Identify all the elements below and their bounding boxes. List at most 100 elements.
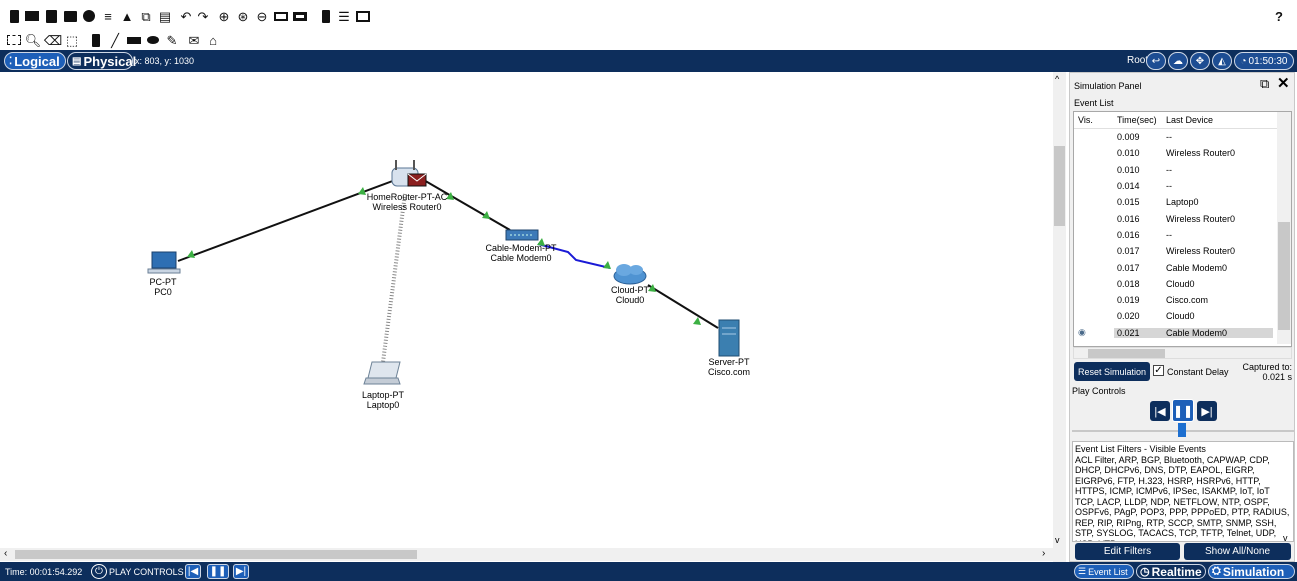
open-folder-icon[interactable] — [24, 8, 40, 24]
event-row[interactable]: 0.017 Wireless Router0 — [1074, 243, 1291, 259]
print-icon[interactable] — [62, 8, 78, 24]
event-row[interactable]: 0.017 Cable Modem0 — [1074, 259, 1291, 275]
status-forward-button[interactable]: ▶| — [233, 564, 249, 579]
event-row[interactable]: ◉ 0.021 Cable Modem0 — [1074, 325, 1291, 341]
freeform-icon[interactable]: ✎ — [164, 32, 180, 48]
logical-tab[interactable]: ⁚ Logical — [4, 52, 66, 70]
move-object-icon[interactable]: ✥ — [1190, 52, 1210, 70]
cable-modem-icon[interactable] — [505, 229, 539, 241]
event-device: Laptop0 — [1166, 197, 1199, 208]
link-pc-router[interactable] — [177, 178, 399, 262]
status-pause-button[interactable]: ❚❚ — [207, 564, 229, 579]
pc-icon[interactable] — [147, 251, 181, 274]
save-icon[interactable] — [43, 8, 59, 24]
canvas-horizontal-scrollbar[interactable]: ‹ › — [0, 548, 1053, 561]
undock-icon[interactable]: ⧉ — [1260, 76, 1269, 92]
server-icon[interactable] — [718, 319, 740, 357]
back-step-button[interactable]: |◀ — [1150, 401, 1170, 421]
cloud-icon[interactable] — [613, 264, 647, 285]
event-list-toggle[interactable]: ☰ Event List — [1074, 564, 1134, 579]
event-row[interactable]: 0.019 Cisco.com — [1074, 292, 1291, 308]
delete-icon[interactable]: ⌫ — [44, 32, 62, 48]
vertical-scroll-thumb[interactable] — [1054, 146, 1065, 226]
laptop-icon[interactable] — [363, 361, 401, 385]
constant-delay-checkbox[interactable]: ✓ — [1153, 365, 1164, 376]
link-cloud-server[interactable] — [647, 284, 719, 329]
event-hscrollbar[interactable] — [1073, 347, 1292, 359]
event-list-scrollbar[interactable] — [1277, 112, 1291, 344]
event-row[interactable]: 0.014 -- — [1074, 178, 1291, 194]
draw-rectangle-icon[interactable] — [126, 32, 142, 48]
viewport-icon[interactable] — [318, 8, 334, 24]
status-back-button[interactable]: |◀ — [185, 564, 201, 579]
event-row[interactable]: 0.010 -- — [1074, 162, 1291, 178]
add-complex-pdu-icon[interactable]: ⌂ — [205, 32, 221, 48]
custom-device-dialog-icon[interactable] — [292, 8, 308, 24]
canvas-vertical-scrollbar[interactable]: ^ v — [1053, 72, 1066, 562]
physical-tab[interactable]: ▤ Physical — [67, 52, 136, 70]
edit-filters-button[interactable]: Edit Filters — [1075, 543, 1180, 560]
pause-button[interactable]: ❚❚ — [1172, 399, 1194, 422]
place-note-icon[interactable] — [88, 32, 104, 48]
playback-speed-handle[interactable] — [1178, 423, 1186, 437]
zoom-in-icon[interactable]: ⊕ — [216, 8, 232, 24]
cluster-icon[interactable]: ☁ — [1168, 52, 1188, 70]
scroll-up-icon[interactable]: ^ — [1055, 74, 1059, 84]
show-all-none-button[interactable]: Show All/None — [1184, 543, 1291, 560]
inspect-icon[interactable]: 🔍︎ — [25, 32, 42, 48]
zoom-out-icon[interactable]: ⊖ — [254, 8, 270, 24]
laptop-model: Laptop-PT — [361, 390, 405, 400]
event-row[interactable]: 0.016 -- — [1074, 227, 1291, 243]
redo-icon[interactable]: ↷ — [195, 8, 211, 24]
reset-simulation-button[interactable]: Reset Simulation — [1074, 362, 1150, 381]
scroll-down-icon[interactable]: v — [1055, 535, 1060, 545]
close-icon[interactable]: ✕ — [1277, 74, 1290, 92]
activity-wizard-icon[interactable] — [81, 8, 97, 24]
copy-icon[interactable]: ⧉ — [138, 8, 154, 24]
draw-line-icon[interactable]: ╱ — [107, 32, 123, 48]
ipc-icon[interactable] — [355, 8, 371, 24]
zoom-reset-icon[interactable]: ⊛ — [235, 8, 251, 24]
undo-icon[interactable]: ↶ — [178, 8, 194, 24]
help-icon[interactable]: ? — [1271, 8, 1287, 24]
custom-devices-icon[interactable]: ▲ — [119, 8, 135, 24]
event-list-toggle-label: Event List — [1088, 566, 1128, 577]
event-row[interactable]: 0.010 Wireless Router0 — [1074, 145, 1291, 161]
simulation-mode-tab[interactable]: ⛭ Simulation — [1208, 564, 1295, 579]
background-image-icon[interactable]: ◭ — [1212, 52, 1232, 70]
event-row[interactable]: 0.020 Cloud0 — [1074, 308, 1291, 324]
back-icon[interactable]: ↩ — [1146, 52, 1166, 70]
event-device: Cable Modem0 — [1166, 262, 1228, 273]
paste-icon[interactable]: ▤ — [157, 8, 173, 24]
event-list-scroll-thumb[interactable] — [1278, 222, 1290, 330]
pc-name: PC0 — [154, 287, 172, 297]
link-wireless-laptop — [381, 193, 407, 363]
event-row[interactable]: 0.018 Cloud0 — [1074, 276, 1291, 292]
scroll-right-icon[interactable]: › — [1042, 548, 1045, 559]
pdu-list-icon[interactable]: ☰ — [336, 8, 352, 24]
router-icon[interactable] — [391, 160, 427, 187]
select-icon[interactable] — [6, 32, 22, 48]
filters-scroll-down-icon[interactable]: v — [1283, 533, 1288, 543]
add-simple-pdu-icon[interactable]: ✉ — [186, 32, 202, 48]
network-info-icon[interactable]: ≡ — [100, 8, 116, 24]
realtime-mode-tab[interactable]: ◷ Realtime — [1136, 564, 1206, 579]
scroll-left-icon[interactable]: ‹ — [4, 548, 7, 559]
new-file-icon[interactable] — [6, 8, 22, 24]
drawing-palette-icon[interactable] — [273, 8, 289, 24]
event-hscroll-thumb[interactable] — [1088, 349, 1165, 358]
forward-step-button[interactable]: ▶| — [1197, 401, 1217, 421]
router-name: Wireless Router0 — [372, 202, 442, 212]
event-row[interactable]: 0.009 -- — [1074, 129, 1291, 145]
resize-shape-icon[interactable]: ⬚ — [64, 32, 80, 48]
event-row[interactable]: 0.016 Wireless Router0 — [1074, 210, 1291, 226]
power-cycle-icon[interactable]: ⏻ — [91, 564, 107, 579]
logical-workspace-canvas[interactable]: HomeRouter-PT-AC Wireless Router0 Cable-… — [0, 72, 1053, 547]
modem-label: Cable-Modem-PT Cable Modem0 — [485, 243, 556, 263]
draw-ellipse-icon[interactable] — [145, 32, 161, 48]
horizontal-scroll-thumb[interactable] — [15, 550, 417, 559]
event-row[interactable]: 0.015 Laptop0 — [1074, 194, 1291, 210]
link-up-indicator — [187, 250, 195, 258]
cloud-name: Cloud0 — [615, 295, 645, 305]
server-model: Server-PT — [708, 357, 750, 367]
